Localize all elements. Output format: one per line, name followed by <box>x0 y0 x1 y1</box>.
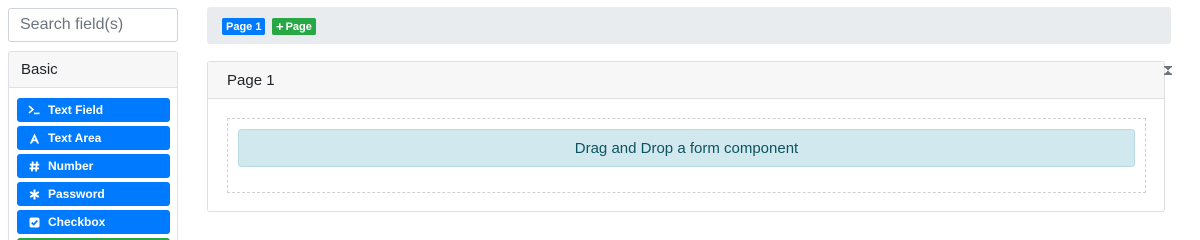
hashtag-icon <box>25 160 43 172</box>
builder-group-title: Basic <box>21 61 58 78</box>
component-label: Password <box>48 187 105 201</box>
search-fields-input[interactable] <box>8 8 178 42</box>
component-label: Checkbox <box>48 215 106 229</box>
resize-handle-icon[interactable] <box>1164 62 1172 75</box>
drop-zone[interactable]: Drag and Drop a form component <box>227 118 1146 193</box>
component-number[interactable]: Number <box>17 154 170 178</box>
plus-icon: + <box>276 19 284 34</box>
component-label: Text Area <box>48 131 102 145</box>
tab-page-1-label: Page 1 <box>226 20 262 33</box>
component-password[interactable]: Password <box>17 182 170 206</box>
font-icon <box>25 133 43 144</box>
page-panel: Page 1 Drag and Drop a form component <box>207 61 1165 212</box>
add-page-button[interactable]: + Page <box>272 18 316 35</box>
builder-group-header[interactable]: Basic <box>9 52 177 88</box>
page-panel-header: Page 1 <box>208 62 1164 99</box>
builder-group-panel: Basic Text Field Text Area Number Passwo… <box>8 51 178 240</box>
terminal-icon <box>25 105 43 115</box>
component-list: Text Field Text Area Number Password Che… <box>9 88 177 240</box>
add-page-label: Page <box>285 20 312 33</box>
page-title: Page 1 <box>227 71 275 89</box>
drop-zone-alert: Drag and Drop a form component <box>238 129 1135 167</box>
component-text-field[interactable]: Text Field <box>17 98 170 122</box>
wizard-page-bar: Page 1 + Page <box>207 7 1171 44</box>
drop-zone-text: Drag and Drop a form component <box>574 139 799 157</box>
component-label: Text Field <box>48 103 104 117</box>
check-square-icon <box>25 217 43 228</box>
tab-page-1[interactable]: Page 1 <box>222 18 266 35</box>
asterisk-icon <box>25 189 43 200</box>
component-text-area[interactable]: Text Area <box>17 126 170 150</box>
component-label: Number <box>48 159 94 173</box>
component-checkbox[interactable]: Checkbox <box>17 210 170 234</box>
